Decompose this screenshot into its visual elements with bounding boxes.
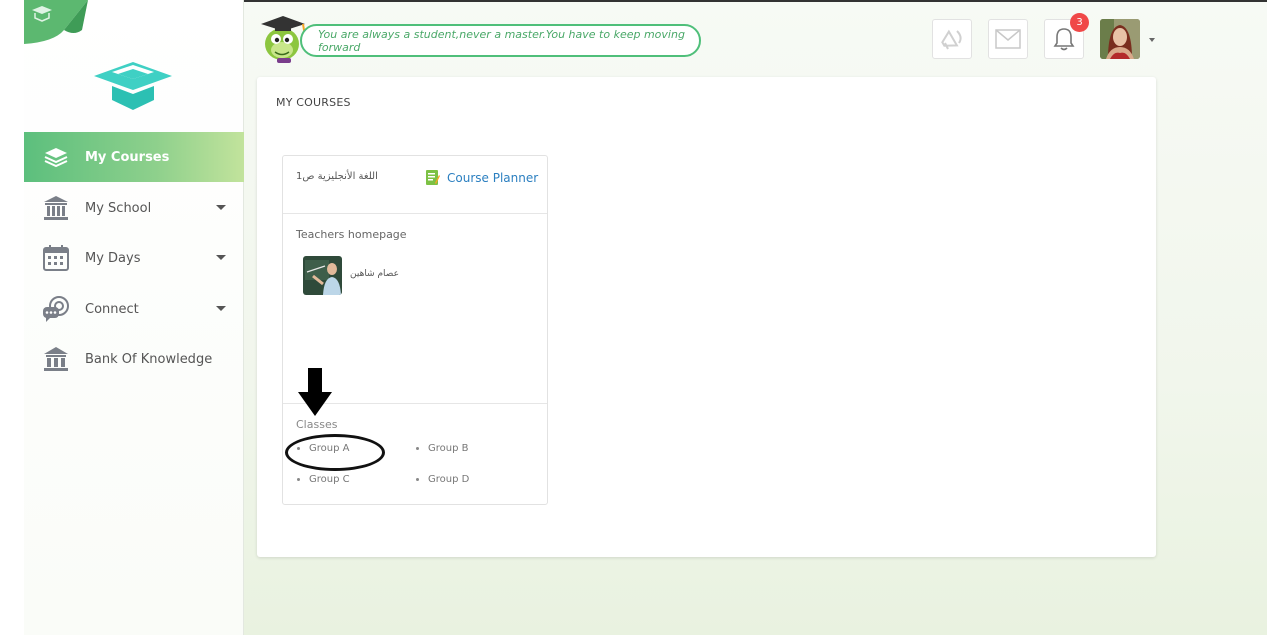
sidebar-item-label: My School — [85, 200, 152, 216]
announcements-button[interactable] — [932, 19, 972, 59]
teacher-avatar[interactable] — [303, 256, 342, 295]
megaphone-icon — [941, 29, 962, 50]
left-margin — [0, 0, 24, 635]
sidebar-item-connect[interactable]: Connect — [24, 284, 244, 334]
sidebar-item-my-school[interactable]: My School — [24, 183, 244, 233]
class-link-group-d[interactable]: Group D — [416, 474, 469, 485]
annotation-circle — [285, 434, 385, 471]
class-label: Group C — [309, 474, 350, 485]
notebook-icon — [426, 170, 440, 185]
chevron-down-icon[interactable] — [1149, 38, 1155, 42]
sidebar-item-bank-of-knowledge[interactable]: Bank Of Knowledge — [24, 334, 244, 384]
bullet — [416, 478, 419, 481]
chevron-down-icon — [216, 255, 226, 260]
class-label: Group B — [428, 443, 469, 454]
class-label: Group D — [428, 474, 470, 485]
bullet — [297, 478, 300, 481]
chevron-down-icon — [216, 306, 226, 311]
teachers-title: Teachers homepage — [296, 228, 407, 241]
course-planner-label: Course Planner — [447, 170, 539, 185]
main-panel: MY COURSES اللغة الأنجليزية ص1 Course Pl… — [257, 77, 1156, 557]
classes-title: Classes — [296, 418, 338, 431]
sidebar-item-label: Bank Of Knowledge — [85, 351, 213, 367]
class-link-group-c[interactable]: Group C — [297, 474, 350, 485]
sidebar-item-label: My Courses — [85, 149, 170, 165]
bank-icon — [42, 345, 70, 373]
annotation-arrow-icon — [298, 368, 332, 416]
chevron-down-icon — [216, 205, 226, 210]
bell-icon — [1053, 28, 1075, 51]
avatar[interactable] — [1100, 19, 1140, 59]
course-header: اللغة الأنجليزية ص1 Course Planner — [283, 156, 547, 214]
page-title: MY COURSES — [276, 96, 351, 109]
sidebar-item-my-courses[interactable]: My Courses — [24, 132, 244, 182]
notification-badge: 3 — [1070, 13, 1089, 32]
messages-button[interactable] — [988, 19, 1028, 59]
building-icon — [42, 194, 70, 222]
calendar-icon — [42, 244, 70, 272]
bullet — [416, 447, 419, 450]
sidebar-item-label: My Days — [85, 250, 141, 266]
sidebar: My Courses My School My Days Connect Ban… — [24, 0, 244, 635]
school-logo — [94, 62, 172, 110]
sidebar-item-label: Connect — [85, 301, 139, 317]
class-link-group-b[interactable]: Group B — [416, 443, 468, 454]
books-icon — [42, 143, 70, 171]
course-planner-link[interactable]: Course Planner — [425, 169, 538, 186]
corner-fold-icon — [24, 0, 88, 44]
envelope-icon — [995, 29, 1021, 49]
teacher-name[interactable]: عصام شاهين — [350, 269, 399, 279]
sidebar-item-my-days[interactable]: My Days — [24, 233, 244, 283]
motivational-quote: You are always a student,never a master.… — [300, 24, 701, 57]
chat-icon — [42, 295, 70, 323]
course-name[interactable]: اللغة الأنجليزية ص1 — [296, 171, 378, 182]
